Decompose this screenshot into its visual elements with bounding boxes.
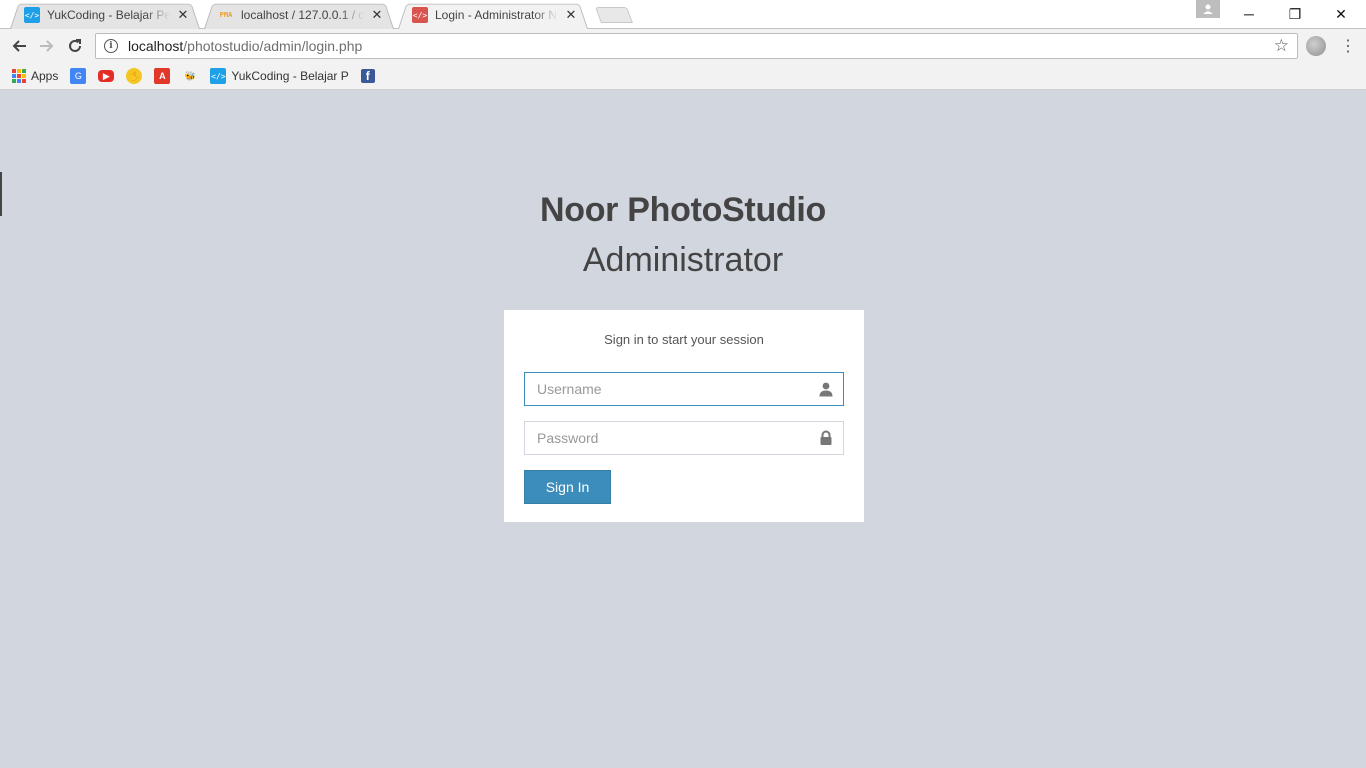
window-edge [0,172,2,216]
login-box-message: Sign in to start your session [604,332,764,347]
password-input[interactable] [524,421,844,455]
lock-icon [820,430,832,445]
login-box: Sign in to start your session Sign In [504,310,864,522]
restore-button[interactable]: ❐ [1272,0,1318,28]
username-input[interactable] [524,372,844,406]
tab-title: YukCoding - Belajar Pem [47,8,170,22]
bookmark-bee[interactable]: 🐝 [182,68,198,84]
bookmark-youtube[interactable]: ▶ [98,70,115,82]
bookmarks-bar: Apps G ▶ ✋ A 🐝 </> YukCoding - Belajar P… [0,63,1366,90]
tab-phpmyadmin[interactable]: PMA localhost / 127.0.0.1 / db ✕ [204,1,394,29]
arrow-right-icon [40,40,54,52]
hand-icon: ✋ [126,68,143,84]
code-icon: </> [24,7,40,23]
tab-title: localhost / 127.0.0.1 / db [241,8,364,22]
tab-yukcoding[interactable]: </> YukCoding - Belajar Pem ✕ [10,1,200,29]
browser-toolbar: i localhost/photostudio/admin/login.php … [0,29,1366,63]
code-icon: </> [210,68,227,84]
reload-icon [69,39,81,52]
bookmark-google-translate[interactable]: G [70,68,87,84]
code-icon: </> [412,7,428,23]
google-translate-icon: G [70,68,87,84]
bookmark-yukcoding[interactable]: </> YukCoding - Belajar P [210,68,349,84]
close-tab-icon[interactable]: ✕ [370,7,384,23]
bookmark-acrobat[interactable]: A [154,68,171,84]
minimize-button[interactable]: ─ [1226,0,1272,28]
brand-name: Noor PhotoStudio [539,191,827,229]
browser-menu-icon[interactable]: ⋮ [1338,34,1358,58]
user-icon [819,382,833,397]
close-tab-icon[interactable]: ✕ [564,7,578,23]
new-tab-button[interactable] [595,7,633,23]
youtube-icon: ▶ [98,70,115,82]
address-bar[interactable]: i localhost/photostudio/admin/login.php … [95,33,1298,59]
sign-in-button[interactable]: Sign In [524,470,611,504]
bookmark-hand[interactable]: ✋ [126,68,143,84]
bookmark-apps[interactable]: Apps [12,69,58,83]
person-icon [1203,4,1213,14]
arrow-left-icon [12,40,26,52]
back-button[interactable] [6,33,32,59]
bookmark-label: Apps [31,69,59,83]
bookmark-label: YukCoding - Belajar P [231,69,349,83]
phpmyadmin-icon: PMA [219,11,233,19]
username-group [524,372,844,406]
close-tab-icon[interactable]: ✕ [176,7,190,23]
close-window-button[interactable]: ✕ [1318,0,1364,28]
acrobat-icon: A [154,68,171,84]
login-page: Noor PhotoStudio Administrator Sign in t… [0,90,1366,768]
url-path: /photostudio/admin/login.php [183,38,363,54]
forward-button[interactable] [34,33,60,59]
url-host: localhost [128,38,184,54]
password-group [524,421,844,455]
facebook-icon: f [360,69,375,83]
bookmark-facebook[interactable]: f [360,69,375,83]
profile-icon[interactable] [1196,0,1220,18]
tab-title: Login - Administrator No [435,8,558,22]
bookmark-star-icon[interactable]: ☆ [1274,36,1289,56]
bee-icon: 🐝 [184,70,196,81]
reload-button[interactable] [62,33,88,59]
brand-subtitle: Administrator [582,241,784,279]
tab-login-administrator[interactable]: </> Login - Administrator No ✕ [398,1,588,29]
login-logo: Noor PhotoStudio Administrator [0,190,1366,290]
site-info-icon[interactable]: i [104,39,118,53]
apps-grid-icon [12,69,26,83]
extension-icon[interactable] [1306,36,1326,56]
tab-strip: </> YukCoding - Belajar Pem ✕ PMA localh… [0,0,1366,29]
